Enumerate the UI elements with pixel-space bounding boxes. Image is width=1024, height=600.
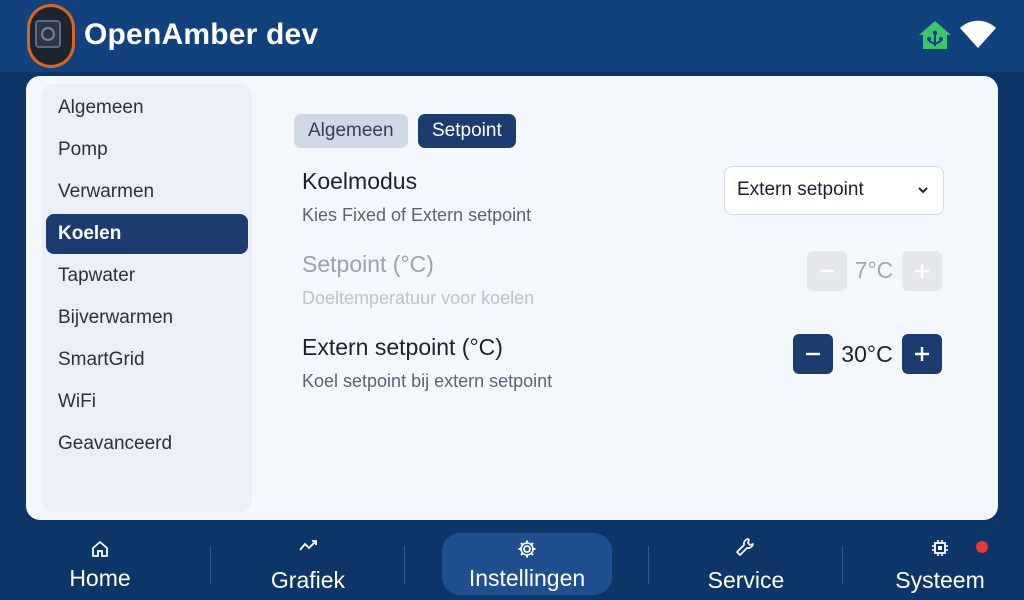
heat-pump-logo <box>27 4 75 68</box>
nav-home-label: Home <box>69 565 131 591</box>
nav-divider <box>210 546 211 584</box>
setpoint-increment-button[interactable] <box>902 251 942 291</box>
sidebar-item-koelen[interactable]: Koelen <box>46 214 248 254</box>
chip-icon <box>932 540 948 556</box>
extern-setpoint-description: Koel setpoint bij extern setpoint <box>302 371 553 391</box>
tab-algemeen[interactable]: Algemeen <box>294 114 408 148</box>
koelmodus-description: Kies Fixed of Extern setpoint <box>302 205 532 225</box>
nav-systeem[interactable]: Systeem <box>880 528 1000 600</box>
sidebar-item-algemeen[interactable]: Algemeen <box>46 88 248 128</box>
koelmodus-title: Koelmodus <box>302 168 418 194</box>
nav-instellingen-label: Instellingen <box>468 565 586 591</box>
setpoint-value: 7°C <box>854 257 894 283</box>
system-alert-indicator <box>976 541 988 553</box>
nav-service[interactable]: Service <box>686 528 806 600</box>
koelmodus-select[interactable]: Extern setpoint <box>724 166 944 215</box>
tab-setpoint[interactable]: Setpoint <box>418 114 516 148</box>
top-bar: OpenAmber dev <box>0 0 1024 72</box>
nav-divider <box>648 546 649 584</box>
nav-service-label: Service <box>707 567 785 593</box>
nav-grafiek[interactable]: Grafiek <box>248 528 368 600</box>
settings-sidebar: Algemeen Pomp Verwarmen Koelen Tapwater … <box>42 84 252 512</box>
sidebar-item-tapwater[interactable]: Tapwater <box>46 256 248 296</box>
plus-icon <box>915 347 929 361</box>
nav-divider <box>404 546 405 584</box>
gear-icon <box>518 540 536 558</box>
chevron-down-icon <box>918 187 928 194</box>
nav-instellingen[interactable]: Instellingen <box>442 528 612 600</box>
sidebar-item-pomp[interactable]: Pomp <box>46 130 248 170</box>
app-title: OpenAmber dev <box>84 18 319 51</box>
nav-home[interactable]: Home <box>40 528 160 600</box>
sidebar-item-verwarmen[interactable]: Verwarmen <box>46 172 248 212</box>
extern-setpoint-decrement-button[interactable] <box>793 334 833 374</box>
minus-icon <box>806 352 820 356</box>
nav-divider <box>842 546 843 584</box>
chart-icon <box>299 540 317 551</box>
home-network-icon <box>919 21 951 49</box>
extern-setpoint-title: Extern setpoint (°C) <box>302 334 503 360</box>
setpoint-description: Doeltemperatuur voor koelen <box>302 288 535 308</box>
nav-systeem-label: Systeem <box>895 567 985 593</box>
setpoint-decrement-button[interactable] <box>807 251 847 291</box>
sidebar-item-bijverwarmen[interactable]: Bijverwarmen <box>46 298 248 338</box>
wrench-icon <box>736 538 754 556</box>
minus-icon <box>820 269 834 273</box>
wifi-icon <box>960 20 996 48</box>
home-icon <box>92 540 108 557</box>
extern-setpoint-value: 30°C <box>841 341 893 367</box>
koelmodus-selected-value: Extern setpoint <box>737 179 864 200</box>
sidebar-item-smartgrid[interactable]: SmartGrid <box>46 340 248 380</box>
settings-panel: Algemeen Pomp Verwarmen Koelen Tapwater … <box>26 76 998 520</box>
extern-setpoint-increment-button[interactable] <box>902 334 942 374</box>
nav-grafiek-label: Grafiek <box>270 567 346 593</box>
sidebar-item-geavanceerd[interactable]: Geavanceerd <box>46 424 248 464</box>
plus-icon <box>915 264 929 278</box>
setpoint-title: Setpoint (°C) <box>302 251 434 277</box>
bottom-nav: Home Grafiek Instellingen Service Systee… <box>0 528 1024 600</box>
sidebar-item-wifi[interactable]: WiFi <box>46 382 248 422</box>
